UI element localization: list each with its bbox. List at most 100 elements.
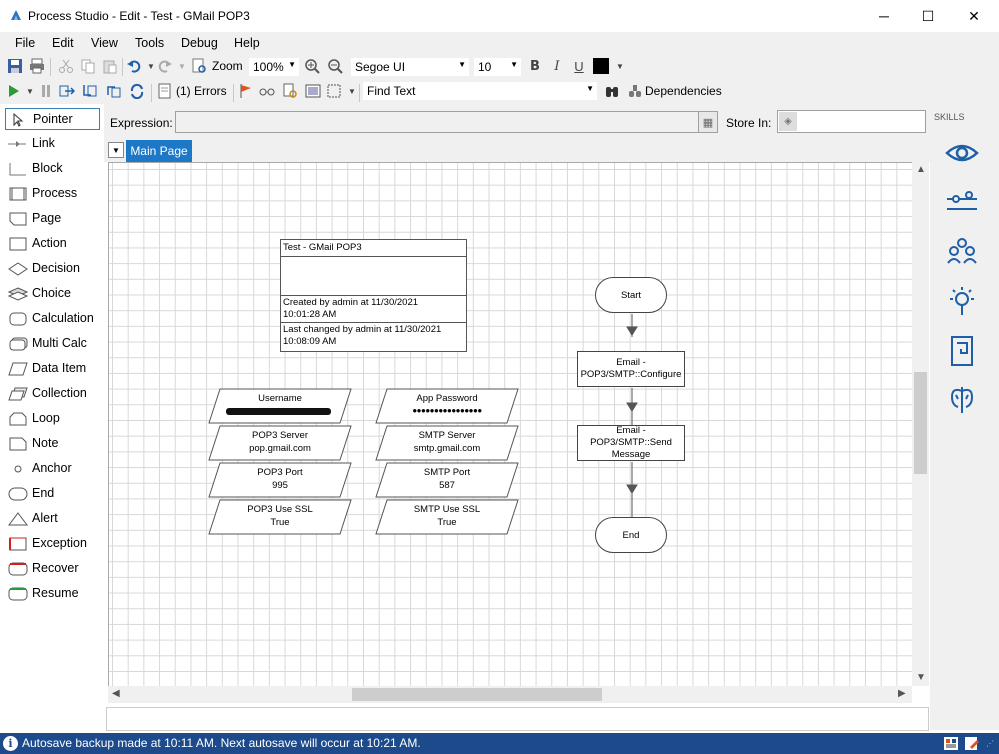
palette-item-note[interactable]: Note [5, 433, 100, 455]
palette-item-link[interactable]: Link [5, 133, 100, 155]
watch-glasses-icon[interactable] [259, 83, 275, 99]
palette-item-data-item[interactable]: Data Item [5, 358, 100, 380]
scroll-down-icon[interactable]: ▼ [916, 672, 926, 683]
errors-icon[interactable] [157, 83, 173, 99]
menu-help[interactable]: Help [234, 36, 260, 50]
document-layout-icon[interactable] [944, 335, 980, 367]
action-stage-configure[interactable]: Email - POP3/SMTP::Configure [577, 351, 685, 387]
vertical-scroll-thumb[interactable] [914, 372, 927, 474]
action-stage-send-message[interactable]: Email - POP3/SMTP::Send Message [577, 425, 685, 461]
find-text-select[interactable]: Find Text ▼ [362, 81, 598, 101]
font-name-select[interactable]: Segoe UI ▼ [350, 57, 470, 77]
data-item-pop3-port[interactable]: POP3 Port 995 [208, 462, 352, 498]
edit-view-icon[interactable] [964, 736, 980, 751]
run-icon[interactable] [6, 83, 22, 99]
end-stage[interactable]: End [595, 517, 667, 553]
data-item-smtp-port[interactable]: SMTP Port 587 [375, 462, 519, 498]
palette-item-exception[interactable]: Exception [5, 533, 100, 555]
bold-button[interactable]: B [527, 58, 543, 74]
scroll-left-icon[interactable]: ◀ [112, 688, 120, 699]
horizontal-scroll-thumb[interactable] [352, 688, 602, 701]
page-view-icon[interactable] [305, 83, 321, 99]
store-in-tag-icon[interactable]: ◈ [779, 112, 797, 131]
zoom-page-icon[interactable] [191, 58, 207, 74]
reset-icon[interactable] [129, 83, 145, 99]
palette-item-anchor[interactable]: Anchor [5, 458, 100, 480]
palette-item-resume[interactable]: Resume [5, 583, 100, 605]
palette-item-page[interactable]: Page [5, 208, 100, 230]
grid-select-icon[interactable] [326, 83, 342, 99]
palette-item-end[interactable]: End [5, 483, 100, 505]
dependencies-icon[interactable] [627, 83, 643, 99]
underline-button[interactable]: U [571, 58, 587, 74]
menu-edit[interactable]: Edit [52, 36, 74, 50]
paste-icon[interactable] [102, 58, 118, 74]
palette-item-process[interactable]: Process [5, 183, 100, 205]
data-item-username[interactable]: Username [208, 388, 352, 424]
zoom-select[interactable]: 100% ▼ [248, 57, 300, 77]
dependencies-label[interactable]: Dependencies [645, 84, 722, 98]
close-button[interactable]: ✕ [951, 0, 997, 32]
undo-icon[interactable] [126, 58, 142, 74]
breakpoint-flag-icon[interactable] [238, 83, 254, 99]
palette-item-multi-calc[interactable]: Multi Calc [5, 333, 100, 355]
text-color-dropdown-icon[interactable]: ▼ [612, 58, 628, 74]
step-over-icon[interactable] [82, 83, 98, 99]
palette-item-recover[interactable]: Recover [5, 558, 100, 580]
palette-item-action[interactable]: Action [5, 233, 100, 255]
menu-file[interactable]: File [15, 36, 35, 50]
maximize-button[interactable]: ☐ [905, 0, 951, 32]
find-binoculars-icon[interactable] [604, 83, 620, 99]
start-stage[interactable]: Start [595, 277, 667, 313]
horizontal-scrollbar[interactable]: ◀ ▶ [108, 686, 912, 703]
errors-label[interactable]: (1) Errors [176, 84, 227, 98]
tab-main-page[interactable]: Main Page [126, 140, 192, 162]
vertical-scrollbar[interactable]: ▲ ▼ [912, 162, 929, 686]
palette-item-calculation[interactable]: Calculation [5, 308, 100, 330]
team-people-icon[interactable] [944, 235, 980, 267]
redo-dropdown-icon[interactable]: ▼ [174, 58, 190, 74]
menu-debug[interactable]: Debug [181, 36, 218, 50]
palette-item-choice[interactable]: Choice [5, 283, 100, 305]
scroll-up-icon[interactable]: ▲ [916, 164, 926, 175]
palette-item-collection[interactable]: Collection [5, 383, 100, 405]
palette-item-pointer[interactable]: Pointer [5, 108, 100, 130]
expression-input[interactable] [175, 111, 699, 133]
data-item-app-password[interactable]: App Password ●●●●●●●●●●●●●●●● [375, 388, 519, 424]
data-item-smtp-use-ssl[interactable]: SMTP Use SSL True [375, 499, 519, 535]
zoom-in-icon[interactable] [304, 58, 320, 74]
brain-hands-icon[interactable] [944, 383, 980, 415]
data-item-pop3-use-ssl[interactable]: POP3 Use SSL True [208, 499, 352, 535]
lightbulb-idea-icon[interactable] [944, 285, 980, 317]
step-out-icon[interactable] [106, 83, 122, 99]
menu-tools[interactable]: Tools [135, 36, 164, 50]
copy-icon[interactable] [80, 58, 96, 74]
grid-view-icon[interactable] [943, 736, 959, 751]
cut-icon[interactable] [58, 58, 74, 74]
eye-icon[interactable] [944, 137, 980, 169]
data-item-smtp-server[interactable]: SMTP Server smtp.gmail.com [375, 425, 519, 461]
palette-item-loop[interactable]: Loop [5, 408, 100, 430]
text-color-swatch[interactable] [593, 58, 609, 74]
process-canvas[interactable] [108, 162, 912, 686]
palette-item-block[interactable]: Block [5, 158, 100, 180]
palette-item-decision[interactable]: Decision [5, 258, 100, 280]
run-dropdown-icon[interactable]: ▼ [22, 83, 38, 99]
expression-editor-icon[interactable]: ▦ [698, 111, 718, 133]
font-size-select[interactable]: 10 ▼ [473, 57, 522, 77]
redo-icon[interactable] [157, 58, 173, 74]
pause-icon[interactable] [38, 83, 54, 99]
scroll-right-icon[interactable]: ▶ [898, 688, 906, 699]
print-icon[interactable] [29, 58, 45, 74]
minimize-button[interactable]: ─ [861, 0, 907, 32]
resize-grip-icon[interactable]: ⋰ [986, 739, 994, 748]
zoom-out-icon[interactable] [327, 58, 343, 74]
menu-view[interactable]: View [91, 36, 118, 50]
workflow-sliders-icon[interactable] [944, 187, 980, 219]
italic-button[interactable]: I [549, 58, 565, 74]
palette-item-alert[interactable]: Alert [5, 508, 100, 530]
grid-dropdown-icon[interactable]: ▼ [344, 83, 360, 99]
process-info-box[interactable]: Test - GMail POP3 Created by admin at 11… [280, 239, 467, 352]
store-in-input[interactable] [777, 110, 926, 133]
validate-icon[interactable] [282, 83, 298, 99]
